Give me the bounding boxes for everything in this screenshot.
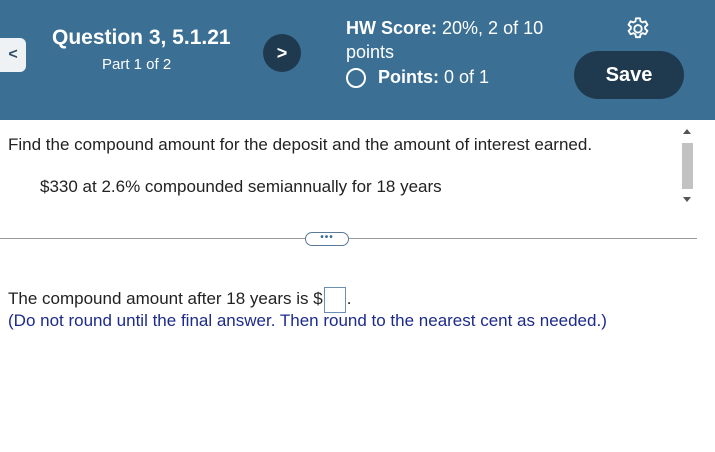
answer-prefix: The compound amount after 18 years is $	[8, 289, 323, 308]
chevron-left-icon: <	[8, 46, 18, 63]
previous-question-button[interactable]: <	[0, 38, 26, 72]
save-button[interactable]: Save	[574, 51, 684, 99]
scroll-up-arrow-icon[interactable]	[683, 129, 691, 134]
compound-amount-input[interactable]	[323, 287, 346, 313]
question-part: Part 1 of 2	[102, 56, 172, 73]
expand-more-button[interactable]: •••	[305, 232, 349, 246]
next-part-button[interactable]: >	[263, 34, 301, 72]
scroll-thumb[interactable]	[682, 143, 693, 189]
answer-suffix: .	[346, 289, 352, 308]
rounding-note: (Do not round until the final answer. Th…	[8, 311, 607, 330]
question-given: $330 at 2.6% compounded semiannually for…	[40, 177, 442, 196]
chevron-right-icon: >	[276, 42, 288, 63]
points-value: 0 of 1	[444, 67, 490, 87]
hw-score-label: HW Score:	[346, 18, 438, 38]
question-header: < Question 3, 5.1.21 Part 1 of 2 > HW Sc…	[0, 0, 715, 120]
question-scrollbar[interactable]	[680, 127, 694, 207]
question-prompt: Find the compound amount for the deposit…	[8, 135, 593, 154]
scroll-down-arrow-icon[interactable]	[683, 197, 691, 202]
gear-icon[interactable]	[624, 16, 652, 44]
points-label: Points:	[378, 67, 439, 87]
points-circle-icon	[346, 67, 366, 88]
hw-score: HW Score: 20%, 2 of 10 points	[346, 16, 556, 64]
answer-line: The compound amount after 18 years is $ …	[8, 283, 352, 313]
question-title: Question 3, 5.1.21	[52, 26, 231, 49]
points-status: Points: 0 of 1	[346, 67, 489, 88]
